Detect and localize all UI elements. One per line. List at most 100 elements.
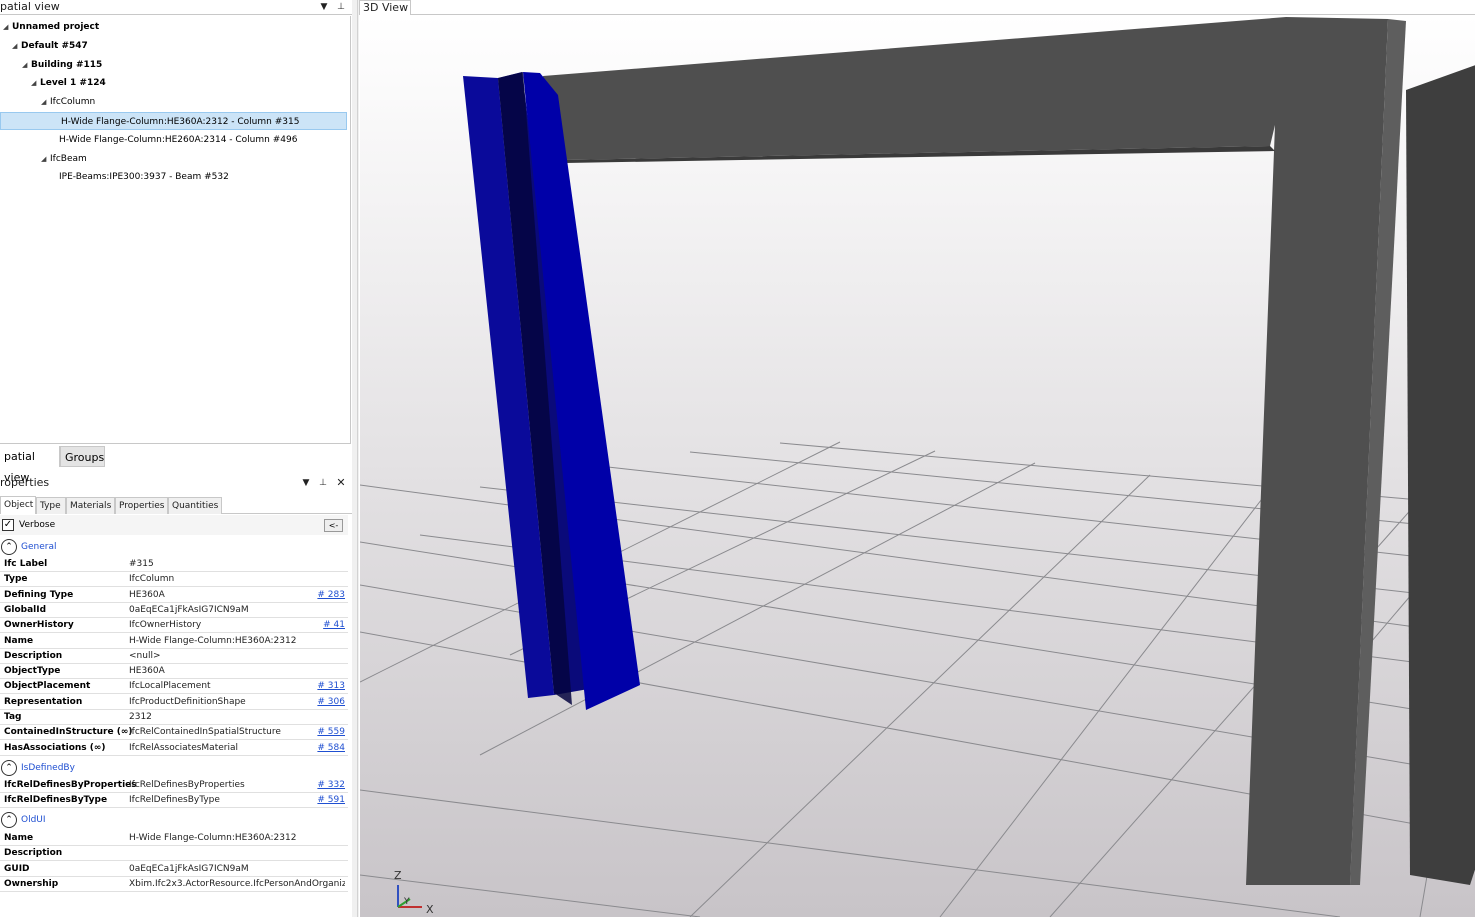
expand-triangle-icon[interactable]: ◢ bbox=[3, 18, 12, 36]
chevron-down-icon[interactable]: ▼ bbox=[300, 476, 312, 490]
tab-spatial-view[interactable]: patial view bbox=[0, 446, 60, 484]
tree-node[interactable]: ◢ IfcColumn bbox=[41, 93, 95, 111]
tab-quantities[interactable]: Quantities bbox=[168, 497, 222, 514]
property-row[interactable]: GlobalId 0aEqECa1jFkAsIG7ICN9aM bbox=[0, 603, 348, 618]
property-row[interactable]: Description bbox=[0, 846, 348, 862]
tree-node[interactable]: ◢ Default #547 bbox=[12, 37, 88, 55]
property-value: IfcOwnerHistory bbox=[129, 620, 202, 631]
property-name: HasAssociations (∞) bbox=[4, 742, 106, 753]
property-row[interactable]: Name H-Wide Flange-Column:HE360A:2312 bbox=[0, 634, 348, 649]
property-name: Description bbox=[4, 650, 63, 661]
property-value: H-Wide Flange-Column:HE360A:2312 bbox=[129, 635, 297, 646]
property-value: #315 bbox=[129, 559, 154, 569]
property-value: IfcColumn bbox=[129, 574, 175, 585]
tab-groups[interactable]: Groups bbox=[60, 446, 105, 467]
expand-triangle-icon[interactable]: ◢ bbox=[22, 56, 31, 74]
property-value: IfcProductDefinitionShape bbox=[129, 696, 246, 707]
property-link[interactable]: # 41 bbox=[323, 618, 345, 633]
expand-triangle-icon[interactable]: ◢ bbox=[12, 37, 21, 55]
pin-icon[interactable]: ⊥ bbox=[335, 0, 347, 14]
expand-triangle-icon[interactable]: ◢ bbox=[41, 93, 50, 111]
property-row[interactable]: OwnerHistory IfcOwnerHistory # 41 bbox=[0, 618, 348, 634]
properties-panel: roperties ▼ ⊥ ✕ Object Type Materials Prope… bbox=[0, 474, 352, 917]
property-link[interactable]: # 283 bbox=[317, 588, 345, 603]
tree-node[interactable]: IPE-Beams:IPE300:3937 - Beam #532 bbox=[57, 168, 229, 186]
property-row[interactable]: Defining Type HE360A # 283 bbox=[0, 588, 348, 603]
property-name: OwnerHistory bbox=[4, 620, 74, 631]
tree-node[interactable]: ◢ IfcBeam bbox=[41, 150, 87, 168]
property-row[interactable]: IfcRelDefinesByProperties IfcRelDefinesBy… bbox=[0, 778, 348, 793]
property-value: Xbim.Ifc2x3.ActorResource.IfcPersonAndOr… bbox=[129, 878, 345, 889]
property-row[interactable]: GUID 0aEqECa1jFkAsIG7ICN9aM bbox=[0, 862, 348, 877]
property-name: Tag bbox=[4, 712, 22, 722]
tab-object[interactable]: Object bbox=[0, 496, 36, 514]
property-row[interactable]: Description <null> bbox=[0, 649, 348, 664]
property-name: IfcRelDefinesByProperties bbox=[4, 780, 137, 790]
group-name: General bbox=[21, 542, 57, 552]
tab-materials[interactable]: Materials bbox=[66, 497, 115, 514]
group-header-general[interactable]: ⌃ General bbox=[0, 538, 348, 556]
property-row[interactable]: IfcRelDefinesByType IfcRelDefinesByType # … bbox=[0, 793, 348, 809]
property-link[interactable]: # 559 bbox=[317, 725, 345, 740]
chevron-up-icon[interactable]: ⌃ bbox=[1, 760, 17, 776]
property-link[interactable]: # 591 bbox=[317, 793, 345, 808]
scene-svg: Z Y X bbox=[360, 15, 1475, 917]
verbose-row: ✓ Verbose <- bbox=[0, 515, 348, 535]
property-row[interactable]: Representation IfcProductDefinitionShape #… bbox=[0, 695, 348, 710]
property-value: IfcLocalPlacement bbox=[129, 681, 211, 692]
tree-node-label: Unnamed project bbox=[12, 22, 100, 32]
property-row[interactable]: Ifc Label #315 bbox=[0, 557, 348, 572]
collapse-button[interactable]: <- bbox=[324, 519, 343, 532]
splitter-handle[interactable] bbox=[352, 0, 359, 917]
property-value: HE360A bbox=[129, 589, 165, 600]
property-row[interactable]: Name H-Wide Flange-Column:HE360A:2312 bbox=[0, 831, 348, 846]
property-name: ObjectType bbox=[4, 666, 61, 677]
property-row[interactable]: ObjectPlacement IfcLocalPlacement # 313 bbox=[0, 679, 348, 695]
property-link[interactable]: # 313 bbox=[317, 679, 345, 694]
tree-node[interactable]: H-Wide Flange-Column:HE360A:2312 - Colum… bbox=[0, 112, 347, 130]
verbose-checkbox[interactable]: ✓ bbox=[2, 519, 14, 531]
expand-triangle-icon[interactable]: ◢ bbox=[41, 150, 50, 168]
property-name: Type bbox=[4, 574, 28, 585]
panel-tabs: patial view Groups bbox=[0, 446, 352, 484]
expand-triangle-icon[interactable]: ◢ bbox=[31, 74, 40, 92]
tree-node-label: IfcColumn bbox=[50, 97, 96, 108]
property-name: Ifc Label bbox=[4, 559, 48, 569]
property-value: 2312 bbox=[129, 712, 152, 722]
property-value: <null> bbox=[129, 650, 161, 661]
property-link[interactable]: # 584 bbox=[317, 741, 345, 756]
pin-icon[interactable]: ⊥ bbox=[317, 476, 329, 490]
property-row[interactable]: HasAssociations (∞) IfcRelAssociatesMater… bbox=[0, 741, 348, 756]
tree-node[interactable]: ◢ Level 1 #124 bbox=[31, 74, 106, 92]
property-row[interactable]: ContainedInStructure (∞) IfcRelContainedI… bbox=[0, 725, 348, 741]
close-icon[interactable]: ✕ bbox=[335, 476, 347, 490]
property-name: GlobalId bbox=[4, 604, 47, 615]
spatial-view-title: patial view bbox=[0, 0, 60, 13]
property-row[interactable]: ObjectType HE360A bbox=[0, 664, 348, 680]
tab-3d-view[interactable]: 3D View bbox=[359, 0, 411, 15]
chevron-up-icon[interactable]: ⌃ bbox=[1, 539, 17, 555]
property-link[interactable]: # 306 bbox=[317, 695, 345, 710]
property-name: Defining Type bbox=[4, 589, 74, 600]
tree-node-label: H-Wide Flange-Column:HE260A:2314 - Colum… bbox=[59, 134, 298, 145]
property-row[interactable]: Ownership Xbim.Ifc2x3.ActorResource.IfcPe… bbox=[0, 877, 348, 892]
tree-node[interactable]: ◢ Building #115 bbox=[22, 56, 102, 74]
tab-type[interactable]: Type bbox=[36, 497, 66, 514]
properties-tabs: Object Type Materials Properties Quantities bbox=[0, 496, 352, 514]
property-name: Name bbox=[4, 635, 34, 646]
chevron-down-icon[interactable]: ▼ bbox=[318, 0, 330, 14]
chevron-up-icon[interactable]: ⌃ bbox=[1, 812, 17, 828]
property-row[interactable]: Tag 2312 bbox=[0, 710, 348, 725]
group-header-oldui[interactable]: ⌃ OldUI bbox=[0, 811, 348, 829]
tab-properties[interactable]: Properties bbox=[115, 497, 168, 514]
property-value: IfcRelDefinesByType bbox=[129, 795, 220, 806]
property-value: IfcRelDefinesByProperties bbox=[129, 780, 245, 790]
property-row[interactable]: Type IfcColumn bbox=[0, 572, 348, 588]
tree-node-label: IfcBeam bbox=[50, 153, 87, 164]
property-link[interactable]: # 332 bbox=[317, 778, 345, 793]
tree-node[interactable]: ◢ Unnamed project bbox=[3, 18, 99, 36]
axis-y-label: Y bbox=[403, 897, 410, 907]
viewport-3d[interactable]: Z Y X bbox=[360, 15, 1475, 917]
group-header-isdefinedby[interactable]: ⌃ IsDefinedBy bbox=[0, 759, 348, 777]
tree-node[interactable]: H-Wide Flange-Column:HE260A:2314 - Colum… bbox=[57, 131, 297, 149]
